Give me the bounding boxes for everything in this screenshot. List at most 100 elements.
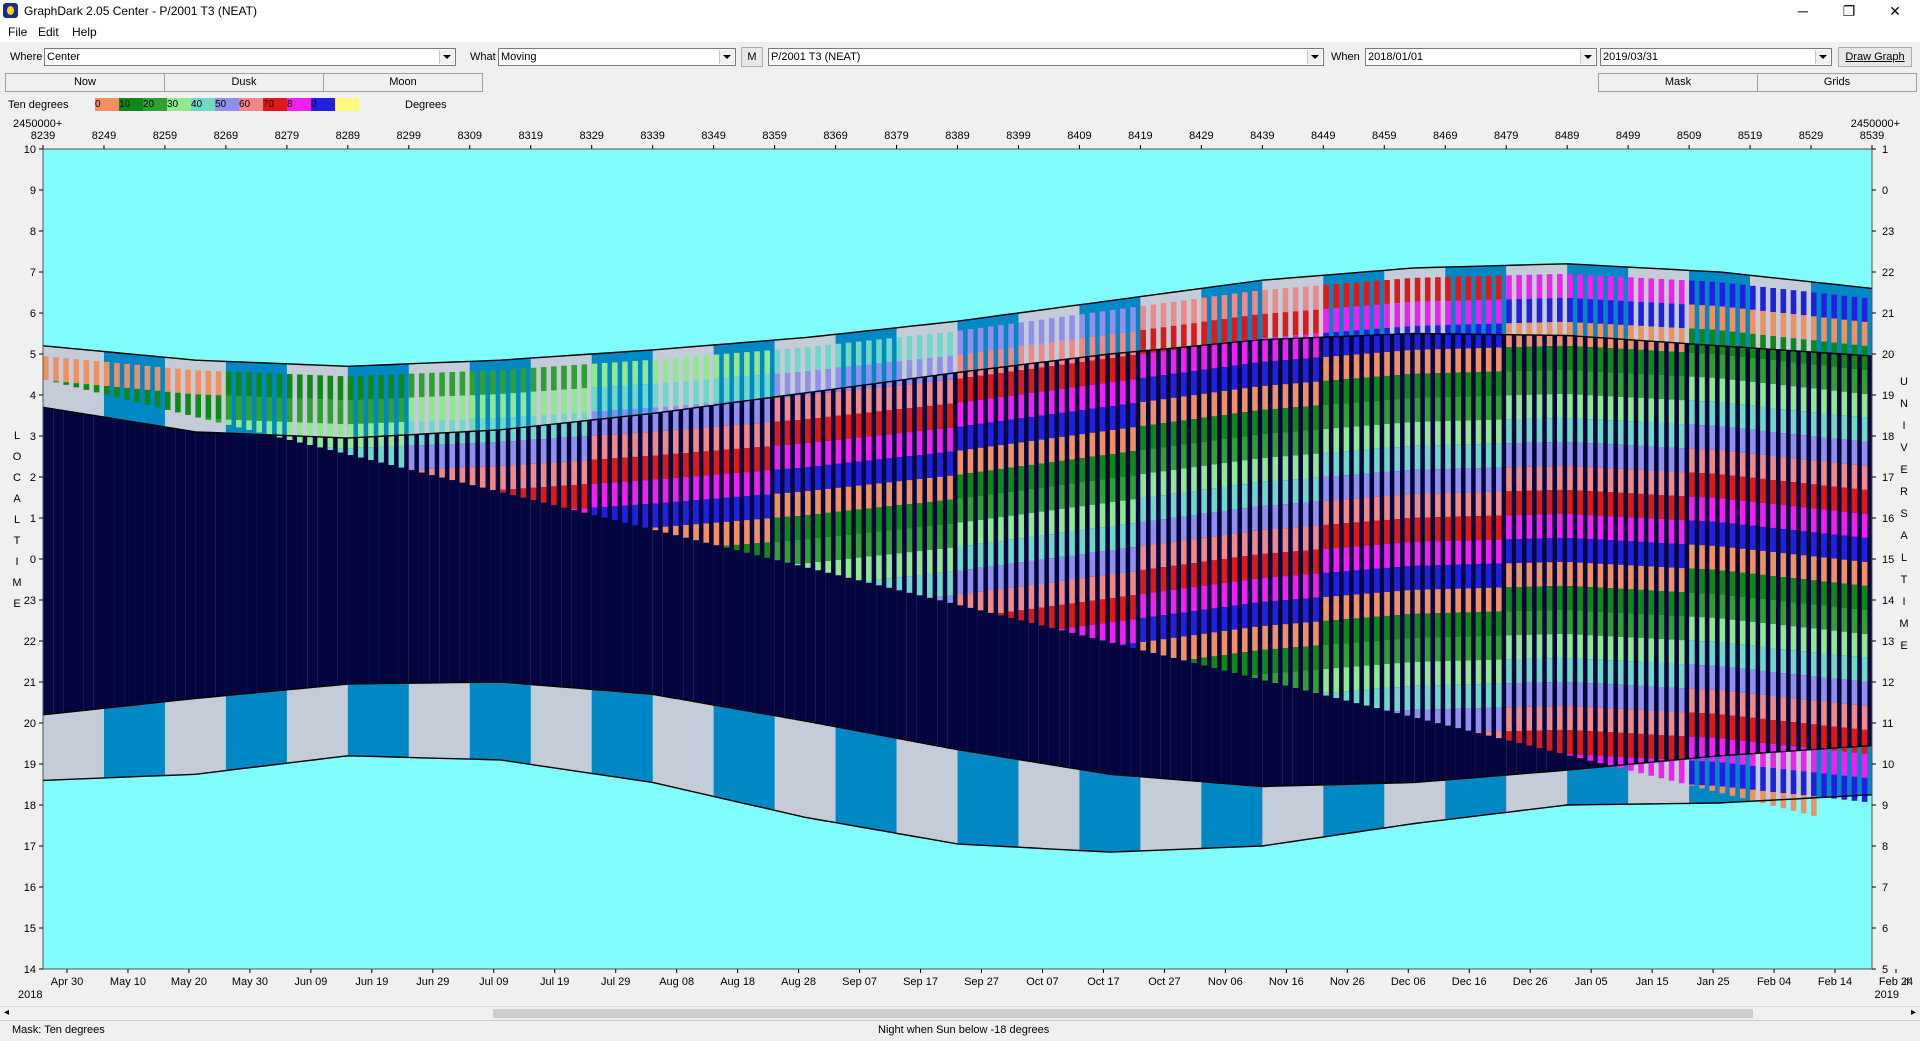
chevron-down-icon[interactable] [1580,50,1595,64]
altitude-stripe [1039,584,1045,608]
scrollbar-thumb[interactable] [493,1009,1753,1018]
top-tick-label: 8429 [1189,130,1213,142]
altitude-stripe [1161,471,1167,495]
altitude-stripe [785,541,791,563]
altitude-stripe [886,578,892,588]
altitude-stripe [897,337,903,361]
altitude-stripe [1862,298,1868,322]
altitude-stripe [185,394,191,415]
altitude-stripe [785,373,791,397]
altitude-stripe [754,351,760,375]
restore-button[interactable]: ❐ [1826,0,1872,22]
altitude-stripe [1110,574,1116,598]
visibility-graph[interactable]: 8239824982598269827982898299830983198329… [0,115,1920,1005]
altitude-stripe [1384,352,1390,376]
object-select[interactable]: P/2001 T3 (NEAT) [768,48,1324,66]
visibility-graph-svg[interactable]: 8239824982598269827982898299830983198329… [0,115,1920,1005]
altitude-stripe [551,366,557,390]
bottom-tick-label: Jun 29 [416,976,449,988]
m-button[interactable]: M [741,47,763,67]
chevron-down-icon[interactable] [439,50,454,64]
altitude-stripe [1659,351,1665,375]
altitude-stripe [744,448,750,472]
dusk-button[interactable]: Dusk [164,73,324,92]
altitude-stripe [947,380,953,404]
grids-button[interactable]: Grids [1757,73,1917,92]
altitude-stripe [1151,305,1157,329]
horizontal-scrollbar[interactable]: ◂ ▸ [0,1006,1920,1021]
altitude-stripe [1405,662,1411,686]
mask-button[interactable]: Mask [1598,73,1758,92]
altitude-stripe [1831,535,1837,559]
altitude-stripe [1770,360,1776,384]
altitude-stripe [805,563,811,568]
status-bar: Mask: Ten degrees Night when Sun below -… [0,1020,1920,1041]
menu-edit[interactable]: Edit [38,25,59,39]
altitude-stripe [1333,284,1339,308]
altitude-stripe [1283,384,1289,408]
altitude-stripe [1770,576,1776,600]
where-select[interactable]: Center [44,48,456,66]
altitude-stripe [1151,473,1157,497]
legend-swatch: 10 [119,98,143,111]
what-select[interactable]: Moving [498,48,736,66]
altitude-stripe [1018,322,1024,346]
scroll-right-icon[interactable]: ▸ [1911,1007,1916,1018]
altitude-stripe [460,372,466,396]
altitude-stripe [1730,284,1736,308]
scroll-left-icon[interactable]: ◂ [4,1007,9,1018]
altitude-stripe [1527,443,1533,467]
altitude-stripe [886,434,892,458]
altitude-stripe [571,485,577,509]
altitude-stripe [1699,569,1705,593]
end-date-select[interactable]: 2019/03/31 [1600,48,1832,66]
altitude-stripe [1140,402,1146,426]
altitude-stripe [1831,367,1837,391]
close-button[interactable]: ✕ [1872,0,1918,22]
altitude-stripe [1283,432,1289,456]
moon-button[interactable]: Moon [323,73,483,92]
altitude-stripe [1587,299,1593,323]
now-button[interactable]: Now [5,73,165,92]
altitude-stripe [1313,382,1319,406]
start-date-select[interactable]: 2018/01/01 [1365,48,1597,66]
altitude-stripe [1842,632,1848,656]
altitude-stripe [1476,396,1482,420]
right-axis-title-letter: V [1900,442,1908,454]
altitude-stripe [886,554,892,578]
altitude-stripe [1394,399,1400,423]
chevron-down-icon[interactable] [1815,50,1830,64]
altitude-stripe [1272,409,1278,433]
altitude-stripe [1811,796,1817,815]
altitude-stripe [1313,646,1319,670]
altitude-stripe [1516,443,1522,467]
right-tick-label: 22 [1882,267,1894,279]
altitude-stripe [1669,592,1675,616]
menu-file[interactable]: File [8,25,27,39]
altitude-stripe [1608,564,1614,588]
menu-help[interactable]: Help [72,25,97,39]
minimize-button[interactable]: ─ [1780,0,1826,22]
altitude-stripe [1262,386,1268,410]
altitude-stripe [947,332,953,356]
altitude-stripe [1628,397,1634,421]
altitude-stripe [927,430,933,454]
altitude-stripe [1852,369,1858,393]
left-tick-label: 0 [30,554,36,566]
altitude-stripe [1537,658,1543,682]
altitude-stripe [1140,546,1146,570]
chevron-down-icon[interactable] [1307,50,1322,64]
altitude-stripe [907,552,913,576]
legend-swatch [335,98,359,111]
altitude-stripe [673,358,679,382]
year-right: 2019 [1875,989,1899,1001]
altitude-stripe [1212,392,1218,416]
altitude-stripe [1577,659,1583,683]
altitude-stripe [1648,326,1654,350]
altitude-stripe [1008,564,1014,588]
altitude-stripe [1760,743,1766,767]
altitude-stripe [1466,468,1472,492]
draw-graph-button[interactable]: Draw Graph [1838,47,1912,67]
chevron-down-icon[interactable] [719,50,734,64]
altitude-stripe [1496,684,1502,708]
